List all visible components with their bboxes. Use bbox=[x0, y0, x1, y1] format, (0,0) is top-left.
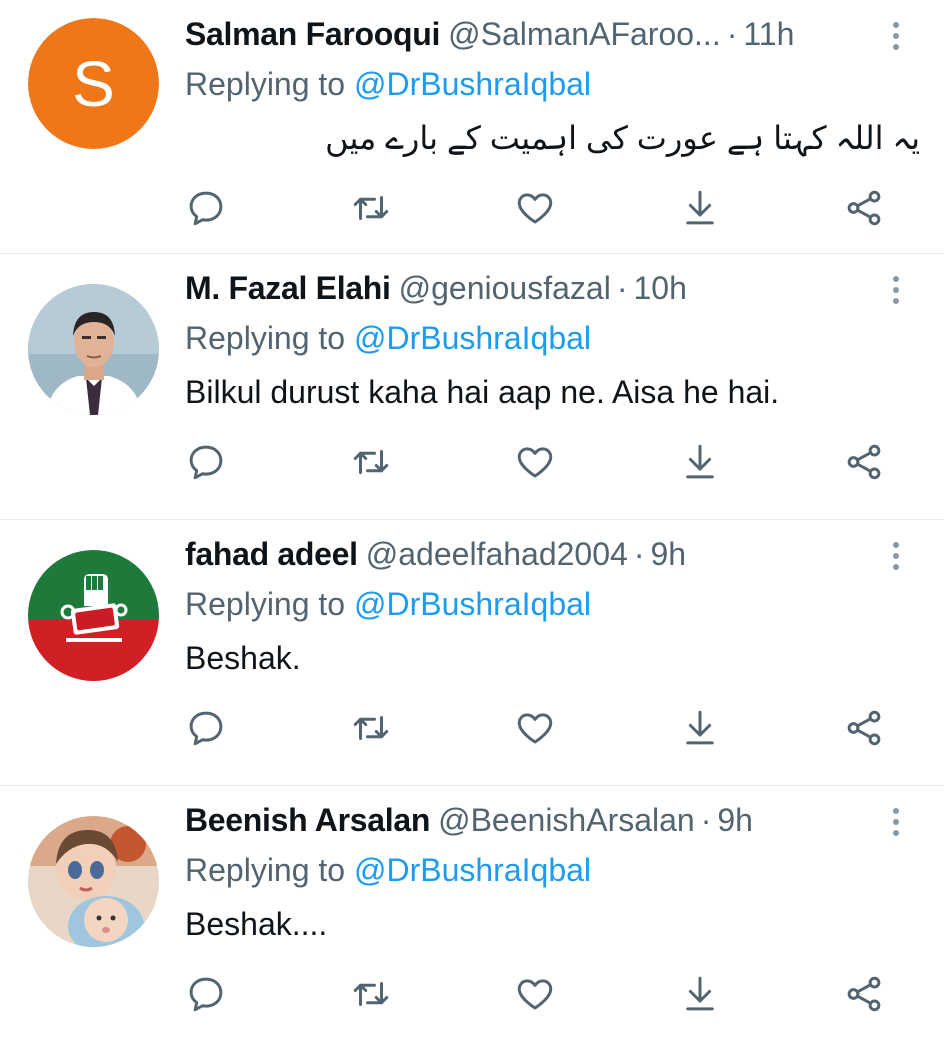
share-network-icon[interactable] bbox=[840, 184, 888, 232]
like-icon[interactable] bbox=[511, 970, 559, 1018]
share-icon[interactable] bbox=[676, 438, 724, 486]
like-icon[interactable] bbox=[511, 184, 559, 232]
avatar-photo-image bbox=[28, 816, 159, 947]
replying-prefix: Replying to bbox=[185, 66, 346, 102]
replying-to: Replying to @DrBushraIqbal bbox=[185, 62, 591, 106]
tweet-header: Beenish Arsalan @BeenishArsalan · 9h bbox=[185, 798, 753, 842]
replying-to: Replying to @DrBushraIqbal bbox=[185, 848, 591, 892]
more-options-icon[interactable] bbox=[884, 272, 908, 308]
share-icon[interactable] bbox=[676, 704, 724, 752]
tweet-text: Bilkul durust kaha hai aap ne. Aisa he h… bbox=[185, 374, 780, 410]
mention-link[interactable]: @DrBushraIqbal bbox=[354, 66, 591, 102]
display-name[interactable]: fahad adeel bbox=[185, 532, 358, 576]
avatar-letter-image: S bbox=[28, 18, 159, 149]
avatar[interactable] bbox=[28, 816, 159, 947]
like-icon[interactable] bbox=[511, 438, 559, 486]
tweet-header: fahad adeel @adeelfahad2004 · 9h bbox=[185, 532, 686, 576]
reply-icon[interactable] bbox=[182, 184, 230, 232]
like-icon[interactable] bbox=[511, 704, 559, 752]
tweet-text: Beshak.... bbox=[185, 906, 328, 942]
mention-link[interactable]: @DrBushraIqbal bbox=[354, 320, 591, 356]
timeline: S Salman Farooqui @SalmanAFaroo... · 11h… bbox=[0, 0, 944, 1052]
share-network-icon[interactable] bbox=[840, 704, 888, 752]
user-handle[interactable]: @BeenishArsalan bbox=[438, 798, 695, 842]
avatar[interactable]: S bbox=[28, 18, 159, 149]
more-options-icon[interactable] bbox=[884, 804, 908, 840]
share-network-icon[interactable] bbox=[840, 438, 888, 486]
mention-link[interactable]: @DrBushraIqbal bbox=[354, 586, 591, 622]
avatar[interactable] bbox=[28, 550, 159, 681]
replying-to: Replying to @DrBushraIqbal bbox=[185, 582, 591, 626]
separator-dot: · bbox=[616, 270, 628, 306]
user-handle[interactable]: @SalmanAFaroo... bbox=[448, 12, 721, 56]
timestamp[interactable]: 9h bbox=[717, 798, 753, 842]
user-handle[interactable]: @adeelfahad2004 bbox=[366, 532, 628, 576]
display-name[interactable]: Beenish Arsalan bbox=[185, 798, 430, 842]
tweet[interactable]: S Salman Farooqui @SalmanAFaroo... · 11h… bbox=[0, 0, 944, 254]
tweet-text: یہ اللہ کہتا ہے عورت کی اہمیت کے بارے می… bbox=[325, 120, 920, 156]
reply-icon[interactable] bbox=[182, 438, 230, 486]
display-name[interactable]: Salman Farooqui bbox=[185, 12, 440, 56]
reply-icon[interactable] bbox=[182, 970, 230, 1018]
replying-prefix: Replying to bbox=[185, 852, 346, 888]
replying-prefix: Replying to bbox=[185, 586, 346, 622]
avatar-letter: S bbox=[72, 48, 115, 120]
timestamp[interactable]: 9h bbox=[650, 532, 686, 576]
action-bar bbox=[185, 438, 905, 486]
tweet[interactable]: fahad adeel @adeelfahad2004 · 9h Replyin… bbox=[0, 520, 944, 786]
tweet[interactable]: Beenish Arsalan @BeenishArsalan · 9h Rep… bbox=[0, 786, 944, 1052]
action-bar bbox=[185, 184, 905, 232]
action-bar bbox=[185, 970, 905, 1018]
more-options-icon[interactable] bbox=[884, 18, 908, 54]
user-handle[interactable]: @geniousfazal bbox=[399, 266, 611, 310]
share-network-icon[interactable] bbox=[840, 970, 888, 1018]
display-name[interactable]: M. Fazal Elahi bbox=[185, 266, 391, 310]
share-icon[interactable] bbox=[676, 970, 724, 1018]
replying-to: Replying to @DrBushraIqbal bbox=[185, 316, 591, 360]
avatar-logo-image bbox=[28, 550, 159, 681]
tweet-header: Salman Farooqui @SalmanAFaroo... · 11h bbox=[185, 12, 794, 56]
retweet-icon[interactable] bbox=[347, 184, 395, 232]
retweet-icon[interactable] bbox=[347, 438, 395, 486]
timestamp[interactable]: 10h bbox=[633, 266, 686, 310]
tweet-header: M. Fazal Elahi @geniousfazal · 10h bbox=[185, 266, 687, 310]
separator-dot: · bbox=[700, 802, 712, 838]
retweet-icon[interactable] bbox=[347, 970, 395, 1018]
mention-link[interactable]: @DrBushraIqbal bbox=[354, 852, 591, 888]
tweet-text: Beshak. bbox=[185, 640, 301, 676]
more-options-icon[interactable] bbox=[884, 538, 908, 574]
action-bar bbox=[185, 704, 905, 752]
timestamp[interactable]: 11h bbox=[743, 12, 794, 56]
tweet[interactable]: M. Fazal Elahi @geniousfazal · 10h Reply… bbox=[0, 254, 944, 520]
reply-icon[interactable] bbox=[182, 704, 230, 752]
separator-dot: · bbox=[726, 16, 738, 52]
separator-dot: · bbox=[633, 536, 645, 572]
share-icon[interactable] bbox=[676, 184, 724, 232]
retweet-icon[interactable] bbox=[347, 704, 395, 752]
avatar-photo-image bbox=[28, 284, 159, 415]
replying-prefix: Replying to bbox=[185, 320, 346, 356]
avatar[interactable] bbox=[28, 284, 159, 415]
